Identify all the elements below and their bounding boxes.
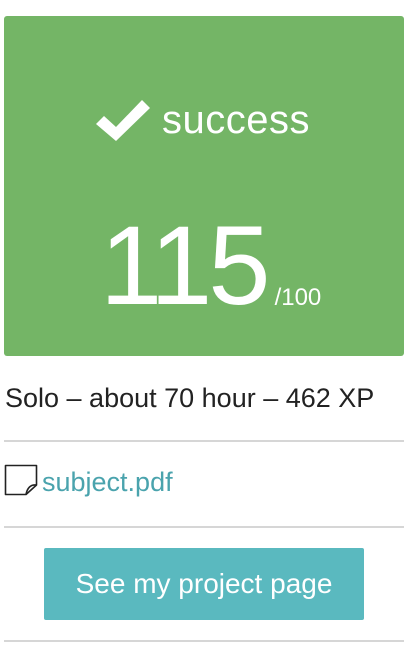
score-row: 115 /100 (100, 192, 321, 322)
result-card: success 115 /100 (4, 16, 404, 356)
status-row: success (92, 82, 310, 158)
divider (4, 640, 404, 642)
attachment-label: subject.pdf (42, 467, 173, 497)
subject-pdf-link[interactable]: subject.pdf (4, 462, 173, 502)
document-icon (4, 464, 38, 496)
score-max: /100 (274, 284, 322, 311)
see-project-page-button[interactable]: See my project page (44, 548, 364, 620)
project-meta: Solo – about 70 hour – 462 XP (5, 383, 375, 413)
status-label: success (162, 98, 310, 142)
project-result-panel: success 115 /100 Solo – about 70 hour – … (0, 0, 412, 652)
divider (4, 526, 404, 528)
score-value: 115 (100, 203, 271, 328)
divider (4, 440, 404, 442)
checkmark-icon (96, 100, 150, 141)
